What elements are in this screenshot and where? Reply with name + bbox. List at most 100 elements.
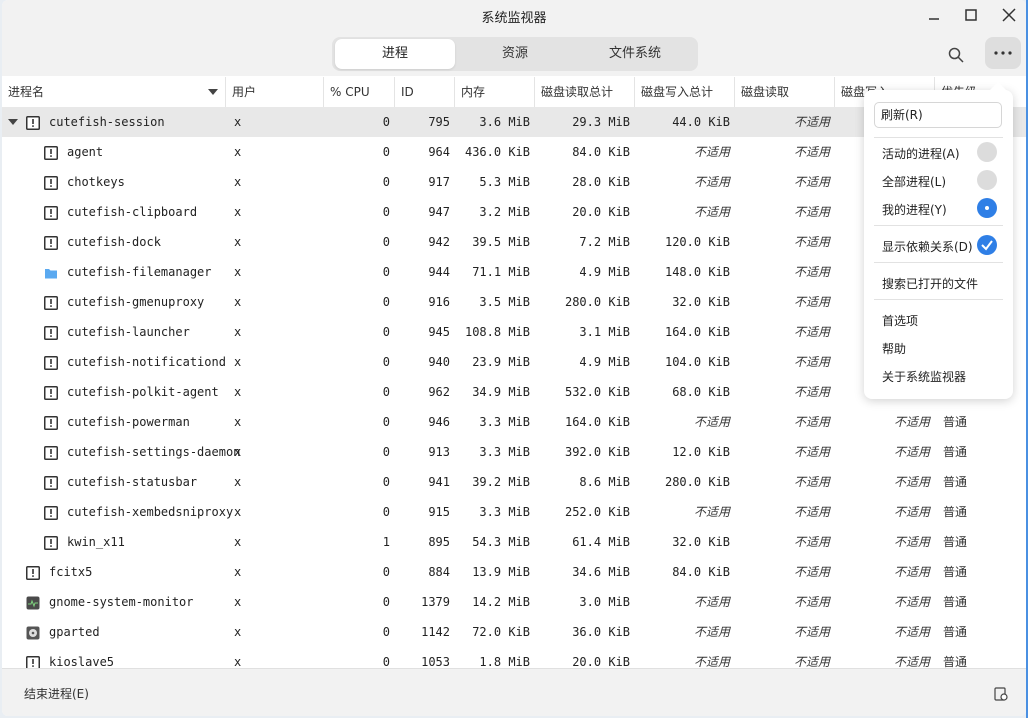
cell-user: x: [234, 265, 242, 279]
cell-disk-read-total: 28.0 KiB: [572, 175, 630, 189]
menu-all-processes[interactable]: 全部进程(L): [882, 173, 946, 190]
cell-cpu: 0: [382, 235, 390, 249]
cell-memory: 3.2 MiB: [479, 205, 530, 219]
warning-icon: [44, 145, 58, 160]
table-row[interactable]: cutefish-settings-daemon x 0 913 3.3 MiB 392.…: [2, 437, 1026, 467]
col-user[interactable]: 用户: [226, 77, 324, 107]
cell-disk-read-total: 4.9 MiB: [579, 355, 630, 369]
minimize-button[interactable]: [924, 5, 944, 25]
process-properties-button[interactable]: [994, 686, 1008, 701]
cell-disk-read-total: 84.0 KiB: [572, 145, 630, 159]
cell-id: 913: [428, 445, 450, 459]
gparted-app-icon: [26, 625, 40, 640]
menu-separator: [874, 262, 1003, 263]
properties-icon: [994, 687, 1008, 701]
more-icon: [994, 51, 1012, 55]
col-id[interactable]: ID: [395, 77, 455, 107]
close-button[interactable]: [999, 5, 1019, 25]
table-row[interactable]: cutefish-powerman x 0 946 3.3 MiB 164.0 KiB 不适…: [2, 407, 1026, 437]
checkbox-show-dependencies[interactable]: [977, 235, 997, 255]
menu-help[interactable]: 帮助: [882, 340, 906, 357]
radio-active-processes[interactable]: [977, 142, 997, 162]
cell-disk-read: 不适用: [793, 415, 830, 429]
process-name: fcitx5: [49, 565, 93, 579]
cell-cpu: 0: [382, 655, 390, 668]
cell-disk-read-total: 8.6 MiB: [579, 475, 630, 489]
sort-descending-icon: [208, 89, 218, 95]
cell-disk-write-total: 不适用: [693, 415, 730, 429]
cell-disk-write: 不适用: [893, 505, 930, 519]
warning-icon: [44, 205, 58, 220]
warning-icon: [44, 505, 58, 520]
cell-disk-read-total: 7.2 MiB: [579, 235, 630, 249]
table-row[interactable]: kwin_x11 x 1 895 54.3 MiB 61.4 MiB 32.0 KiB 不适用…: [2, 527, 1026, 557]
cell-disk-read: 不适用: [793, 355, 830, 369]
cell-disk-write-total: 148.0 KiB: [664, 265, 730, 279]
menu-about[interactable]: 关于系统监视器: [882, 368, 966, 385]
cell-user: x: [234, 385, 242, 399]
table-row[interactable]: kioslave5 x 0 1053 1.8 MiB 20.0 KiB 不适用 不适用 不适用普…: [2, 647, 1026, 668]
cell-memory: 3.3 MiB: [479, 505, 530, 519]
end-process-button[interactable]: 结束进程(E): [24, 685, 89, 702]
table-row[interactable]: fcitx5 x 0 884 13.9 MiB 34.6 MiB 84.0 KiB 不适用 不适…: [2, 557, 1026, 587]
refresh-menu-item[interactable]: 刷新(R): [874, 102, 1002, 128]
col-disk-write-total[interactable]: 磁盘写入总计: [635, 77, 735, 107]
cell-priority: 普通: [943, 625, 968, 639]
main-menu-button[interactable]: [985, 37, 1021, 69]
tab-resources[interactable]: 资源: [455, 39, 575, 69]
cell-user: x: [234, 595, 242, 609]
menu-preferences[interactable]: 首选项: [882, 312, 918, 329]
table-row[interactable]: gparted x 0 1142 72.0 KiB 36.0 KiB 不适用 不适用 不适用 普通: [2, 617, 1026, 647]
col-cpu[interactable]: % CPU: [324, 77, 395, 107]
search-button[interactable]: [948, 47, 964, 63]
main-menu-popover: 刷新(R) 活动的进程(A) 全部进程(L) 我的进程(Y) 显示依赖关系(D)…: [864, 82, 1013, 399]
cell-disk-read-total: 280.0 KiB: [564, 295, 630, 309]
cell-id: 945: [428, 325, 450, 339]
warning-icon: [44, 415, 58, 430]
cell-id: 917: [428, 175, 450, 189]
warning-icon: [44, 325, 58, 340]
tab-filesystems[interactable]: 文件系统: [575, 39, 695, 69]
cell-user: x: [234, 475, 242, 489]
cell-disk-write: 不适用: [893, 655, 930, 668]
cell-disk-write-total: 104.0 KiB: [664, 355, 730, 369]
table-row[interactable]: cutefish-xembedsniproxy x 0 915 3.3 MiB 252.0…: [2, 497, 1026, 527]
cell-user: x: [234, 415, 242, 429]
cell-disk-write-total: 120.0 KiB: [664, 235, 730, 249]
col-disk-read[interactable]: 磁盘读取: [735, 77, 835, 107]
menu-my-processes[interactable]: 我的进程(Y): [882, 201, 947, 218]
cell-user: x: [234, 145, 242, 159]
cell-disk-read-total: 61.4 MiB: [572, 535, 630, 549]
cell-disk-read: 不适用: [793, 565, 830, 579]
cell-id: 1379: [421, 595, 450, 609]
cell-disk-write-total: 44.0 KiB: [672, 115, 730, 129]
radio-all-processes[interactable]: [977, 170, 997, 190]
cell-user: x: [234, 565, 242, 579]
col-name[interactable]: 进程名: [2, 77, 226, 107]
popover-arrow: [990, 82, 1006, 90]
titlebar: 系统监视器: [2, 0, 1026, 30]
maximize-button[interactable]: [961, 5, 981, 25]
warning-icon: [26, 565, 40, 580]
warning-icon: [44, 385, 58, 400]
cell-user: x: [234, 505, 242, 519]
col-disk-read-total[interactable]: 磁盘读取总计: [535, 77, 635, 107]
cell-disk-read: 不适用: [793, 625, 830, 639]
menu-search-open-files[interactable]: 搜索已打开的文件: [882, 275, 978, 292]
cell-id: 1142: [421, 625, 450, 639]
cell-id: 947: [428, 205, 450, 219]
table-row[interactable]: gnome-system-monitor x 0 1379 14.2 MiB 3.0 Mi…: [2, 587, 1026, 617]
menu-active-processes[interactable]: 活动的进程(A): [882, 145, 960, 162]
col-memory[interactable]: 内存: [455, 77, 535, 107]
cell-cpu: 0: [382, 325, 390, 339]
cell-cpu: 0: [382, 145, 390, 159]
expander-icon[interactable]: [8, 119, 18, 125]
radio-my-processes[interactable]: [977, 198, 997, 218]
process-name: gnome-system-monitor: [49, 595, 194, 609]
table-row[interactable]: cutefish-statusbar x 0 941 39.2 MiB 8.6 MiB 28…: [2, 467, 1026, 497]
process-name: cutefish-statusbar: [67, 475, 198, 489]
process-name: cutefish-clipboard: [67, 205, 198, 219]
menu-show-dependencies[interactable]: 显示依赖关系(D): [882, 238, 973, 255]
warning-icon: [26, 115, 40, 130]
tab-processes[interactable]: 进程: [335, 39, 455, 69]
